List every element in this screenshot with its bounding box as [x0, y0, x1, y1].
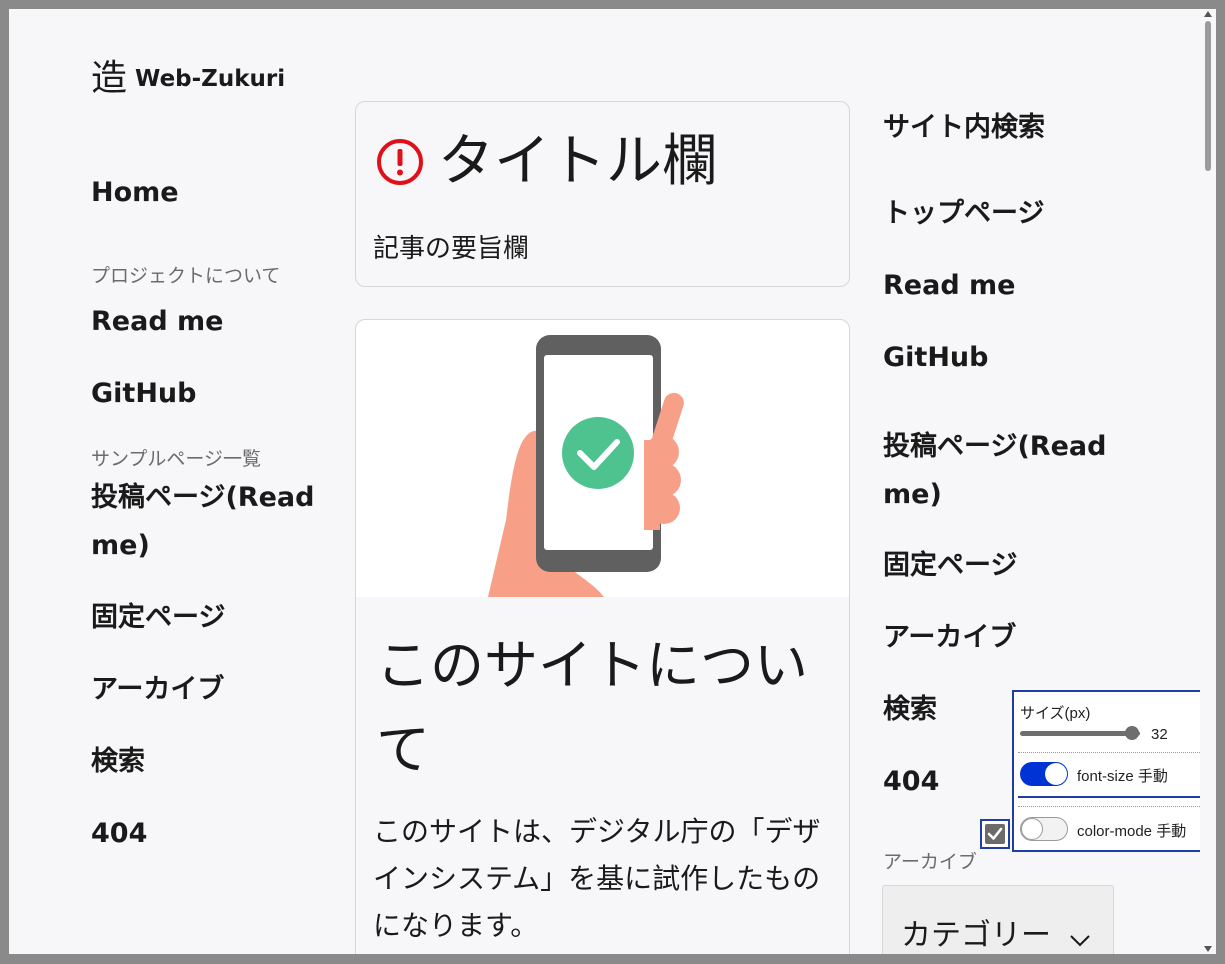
- about-body: このサイトは、デジタル庁の「デザインシステム」を基に試作したものになります。: [373, 815, 821, 942]
- chevron-down-icon: [1070, 935, 1090, 947]
- nav-right-archive[interactable]: アーカイブ: [883, 615, 1123, 661]
- about-card[interactable]: このサイトについて このサイトは、デジタル庁の「デザインシステム」を基に試作した…: [355, 319, 850, 954]
- archive-heading: アーカイブ: [883, 851, 977, 873]
- title-card: タイトル欄 記事の要旨欄: [355, 101, 850, 287]
- nav-right-fixed-page[interactable]: 固定ページ: [883, 543, 1123, 589]
- vertical-scrollbar[interactable]: [1200, 9, 1216, 954]
- nav-404[interactable]: 404: [91, 810, 331, 858]
- title-row: タイトル欄: [376, 134, 718, 190]
- nav-post-line2: me): [91, 530, 150, 561]
- nav-post-line1: 投稿ページ(Read: [91, 482, 315, 513]
- font-size-slider[interactable]: [1020, 731, 1140, 736]
- phone-check-illustration: [488, 335, 684, 597]
- page-title: タイトル欄: [438, 129, 718, 194]
- toggle-knob: [1045, 763, 1067, 785]
- divider: [1018, 796, 1200, 798]
- nav-site-search[interactable]: サイト内検索: [883, 105, 1123, 151]
- nav-right-readme[interactable]: Read me: [883, 263, 1123, 309]
- checkbox-box: [985, 824, 1005, 844]
- color-mode-toggle[interactable]: [1020, 817, 1068, 841]
- nav-archive[interactable]: アーカイブ: [91, 666, 331, 714]
- scroll-down-arrow-icon[interactable]: [1204, 946, 1212, 952]
- scrollbar-thumb[interactable]: [1205, 21, 1211, 171]
- nav-right-post-line1: 投稿ページ(Read: [883, 431, 1107, 462]
- page-viewport: 造 Web-Zukuri Home プロジェクトについて Read me Git…: [9, 9, 1200, 954]
- nav-post-page[interactable]: 投稿ページ(Read me): [91, 474, 331, 570]
- size-label: サイズ(px): [1020, 705, 1091, 722]
- size-value: 32: [1151, 726, 1168, 743]
- nav-right-post-line2: me): [883, 479, 942, 510]
- toggle-knob: [1021, 818, 1043, 840]
- nav-home[interactable]: Home: [91, 169, 331, 217]
- page-summary: 記事の要旨欄: [373, 234, 530, 264]
- logo-text: Web-Zukuri: [135, 66, 286, 92]
- color-mode-toggle-label: color-mode 手動: [1077, 823, 1187, 840]
- site-logo[interactable]: 造 Web-Zukuri: [91, 61, 285, 97]
- font-size-slider-thumb[interactable]: [1125, 726, 1139, 740]
- nav-heading-samples: サンプルページ一覧: [91, 448, 262, 470]
- alert-circle-icon: [377, 139, 423, 185]
- nav-right-post-page[interactable]: 投稿ページ(Read me): [883, 423, 1123, 519]
- about-title: このサイトについて: [376, 634, 808, 781]
- logo-mark: 造: [91, 58, 128, 99]
- checkmark-icon: [987, 827, 1003, 840]
- nav-right-top[interactable]: トップページ: [883, 191, 1123, 237]
- nav-fixed-page[interactable]: 固定ページ: [91, 594, 331, 642]
- hero-image: [356, 320, 849, 597]
- font-size-toggle-label: font-size 手動: [1077, 768, 1168, 785]
- nav-github[interactable]: GitHub: [91, 370, 331, 418]
- nav-heading-project: プロジェクトについて: [91, 265, 281, 287]
- font-size-toggle[interactable]: [1020, 762, 1068, 786]
- settings-panel-toggle[interactable]: [980, 819, 1010, 849]
- nav-search[interactable]: 検索: [91, 738, 331, 786]
- category-select-label: カテゴリー: [901, 918, 1051, 953]
- nav-readme[interactable]: Read me: [91, 298, 331, 346]
- divider: [1018, 752, 1200, 753]
- divider: [1018, 806, 1200, 807]
- nav-right-github[interactable]: GitHub: [883, 335, 1123, 381]
- scroll-up-arrow-icon[interactable]: [1204, 11, 1212, 17]
- display-settings-panel: サイズ(px) 32 font-size 手動 color-mode 手動: [1012, 690, 1200, 852]
- left-navigation: Home プロジェクトについて Read me GitHub サンプルページ一覧…: [91, 169, 331, 858]
- category-select[interactable]: カテゴリー: [882, 885, 1114, 954]
